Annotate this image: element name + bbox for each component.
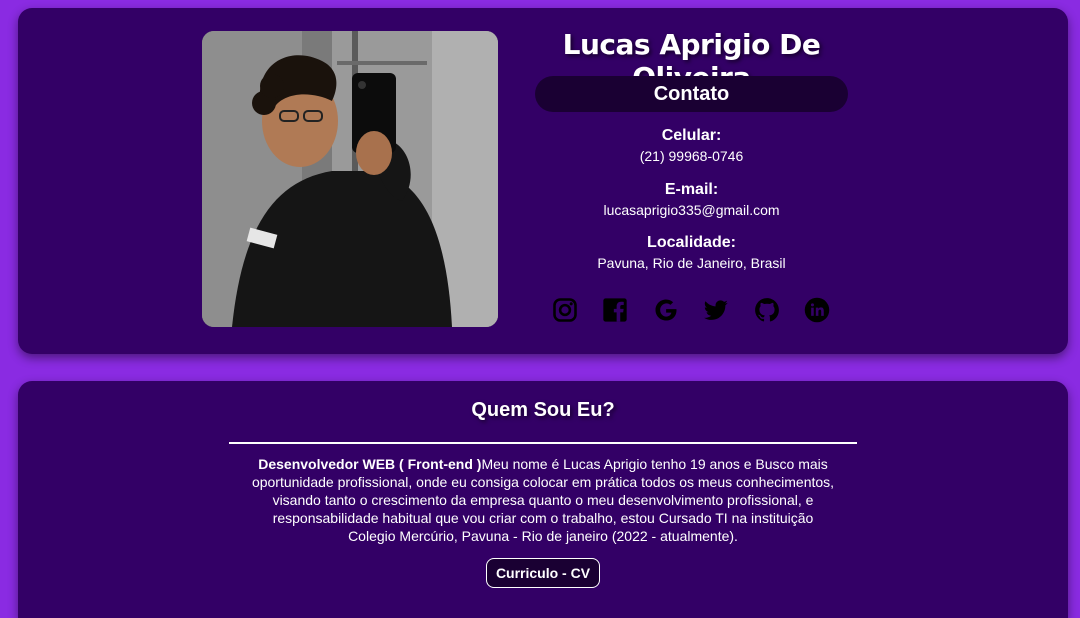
about-card: Quem Sou Eu? Desenvolvedor WEB ( Front-e…: [18, 381, 1068, 618]
linkedin-icon[interactable]: [803, 296, 831, 324]
instagram-icon[interactable]: [551, 296, 579, 324]
github-icon[interactable]: [753, 296, 781, 324]
twitter-icon[interactable]: [702, 296, 730, 324]
phone-label: Celular:: [661, 127, 722, 144]
location-label: Localidade:: [647, 234, 736, 251]
cv-button[interactable]: Curriculo - CV: [486, 558, 600, 588]
location-value: Pavuna, Rio de Janeiro, Brasil: [597, 255, 786, 271]
email-label: E-mail:: [664, 181, 719, 198]
facebook-icon[interactable]: [601, 296, 629, 324]
about-title: Quem Sou Eu?: [471, 399, 615, 421]
profile-card: Lucas Aprigio De Oliveira Contato Celula…: [18, 8, 1068, 354]
role-text: Desenvolvedor WEB ( Front-end ): [258, 456, 482, 472]
google-icon[interactable]: [652, 296, 680, 324]
section-divider: [229, 442, 857, 444]
profile-photo: [202, 31, 498, 327]
contact-heading: Contato: [535, 76, 848, 112]
email-value: lucasaprigio335@gmail.com: [603, 202, 780, 218]
about-text: Desenvolvedor WEB ( Front-end )Meu nome …: [250, 455, 836, 545]
social-links: [551, 295, 831, 325]
phone-value: (21) 99968-0746: [639, 148, 744, 164]
